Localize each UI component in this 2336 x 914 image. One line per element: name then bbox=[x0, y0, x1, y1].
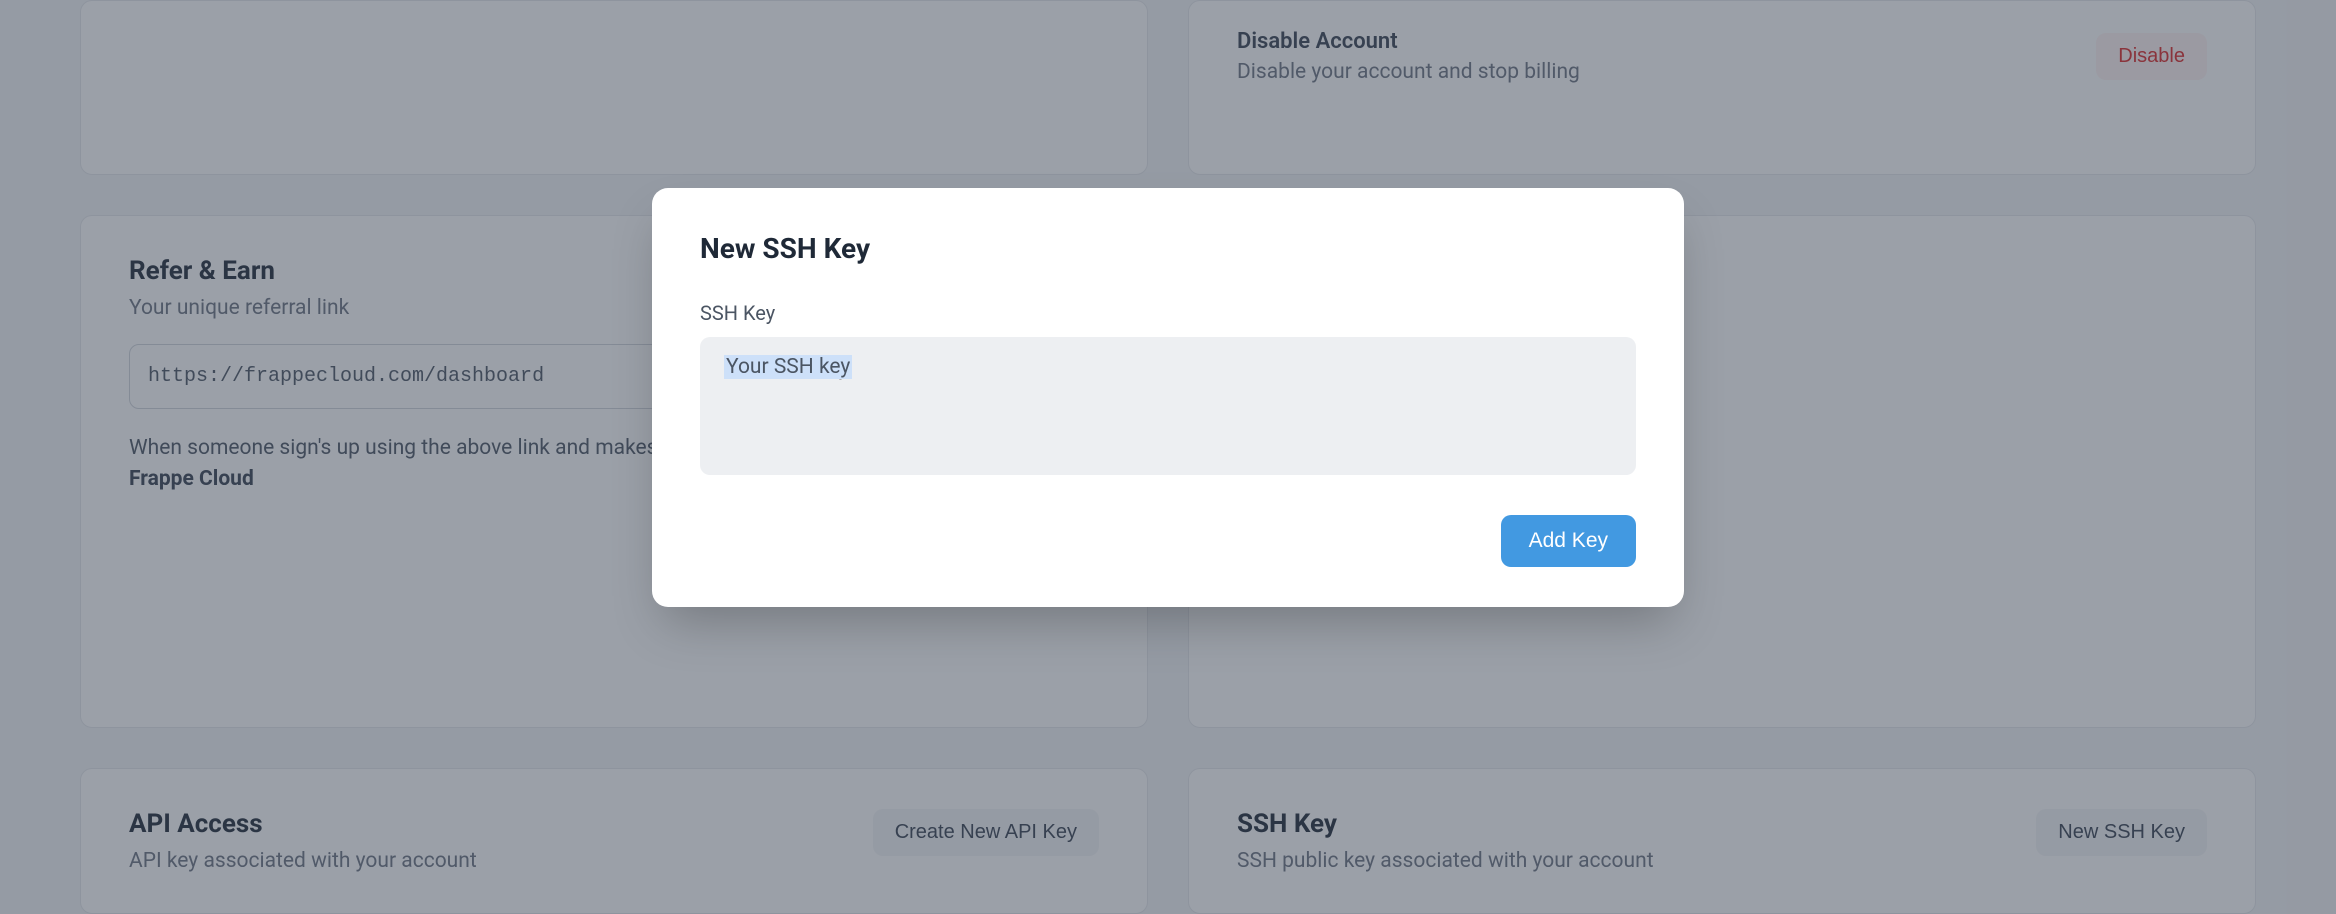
modal-label: SSH Key bbox=[700, 301, 1636, 325]
textarea-wrapper: Your SSH key bbox=[700, 337, 1636, 515]
modal-title: New SSH Key bbox=[700, 232, 1636, 265]
add-key-button[interactable]: Add Key bbox=[1501, 515, 1636, 567]
ssh-key-textarea[interactable] bbox=[700, 337, 1636, 475]
modal-actions: Add Key bbox=[700, 515, 1636, 567]
new-ssh-key-modal: New SSH Key SSH Key Your SSH key Add Key bbox=[652, 188, 1684, 607]
